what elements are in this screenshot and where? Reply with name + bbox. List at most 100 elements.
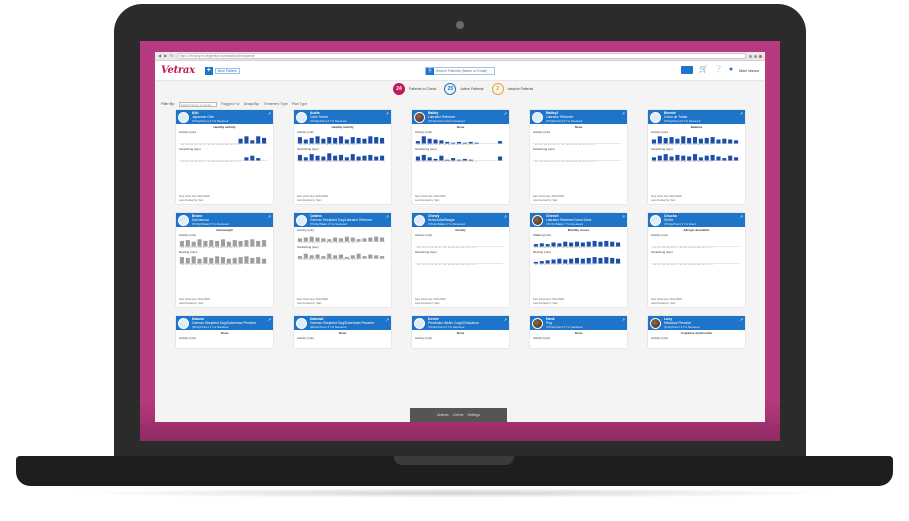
patient-card[interactable]: Bruno Dachshund (7th/5yr/Male) 6 Yrs Neute… (176, 213, 273, 307)
forward-icon[interactable]: ▶ (164, 54, 167, 58)
chart-bar (569, 258, 574, 264)
help-icon[interactable]: ❔ (714, 66, 723, 74)
chart-bar (220, 239, 226, 247)
patient-card-header[interactable]: Kiki Japanese Chin (7th/4yr/Fem) 4 Yrs Neu… (176, 110, 273, 124)
expand-icon[interactable]: ↗ (386, 214, 389, 219)
chart-bar (734, 140, 739, 144)
patient-card-header[interactable]: Dakota2 German Shepherd Dog/Doberman Pins… (294, 316, 391, 330)
card-footer: Next check due: 04/11/2020 Last checked b… (415, 195, 446, 202)
patient-card-header[interactable]: Cheech Labrador Retriever/Great Dane (7th/… (530, 213, 627, 227)
expand-icon[interactable]: ↗ (622, 214, 625, 219)
patient-info: Casino German Shepherd Dog/Labrador Retri… (310, 214, 373, 226)
patient-card[interactable]: Dakota German Shepherd Dog/Doberman Pinsc… (176, 316, 273, 348)
patient-card-header[interactable]: Dakota German Shepherd Dog/Doberman Pinsc… (176, 316, 273, 330)
expand-icon[interactable]: ↗ (268, 111, 271, 116)
patients-to-check-count[interactable]: 24 (393, 83, 405, 95)
flagged-select[interactable]: Flagged For (221, 102, 240, 106)
patient-avatar (532, 317, 543, 329)
clients-button[interactable]: Clients (453, 413, 464, 417)
treatment-select[interactable]: Treatment Type (263, 102, 287, 106)
patient-card[interactable]: Bailey Labrador Retriever (7th/4yr/Fem) 10… (412, 110, 509, 204)
cart-icon[interactable]: 🛒 (699, 66, 708, 74)
patient-card[interactable]: Hank Pug (7th/1yr/Fem) 5 Yrs Neutered ↗ None… (530, 316, 627, 348)
patient-card-header[interactable]: Bruno Dachshund (7th/5yr/Male) 6 Yrs Neute… (176, 213, 273, 227)
patient-card[interactable]: Bailey2 Labrador Retriever (7th/4yr/Fem) 9… (530, 110, 627, 204)
settings-button[interactable]: Settings (467, 413, 480, 417)
chart-bar (215, 256, 220, 264)
chart-bar (315, 254, 320, 259)
patient-card-header[interactable]: Dexter Pembroke Welsh Corgi/Chihuahua (7th… (412, 316, 509, 330)
inactive-patients-count[interactable]: 2 (491, 83, 504, 95)
address-bar[interactable]: https://treatvy.vt.vegtrellar.com/fast/p… (176, 53, 746, 59)
search-input[interactable] (434, 69, 494, 73)
reload-icon[interactable]: ↻ (170, 54, 173, 58)
chart-bar (321, 138, 326, 144)
expand-icon[interactable]: ↗ (740, 317, 743, 322)
patient-card-header[interactable]: Casino German Shepherd Dog/Labrador Retri… (294, 213, 391, 227)
expand-icon[interactable]: ↗ (740, 214, 743, 219)
last-checked-by: Last checked by: Sam (651, 198, 676, 202)
minimize-icon[interactable] (749, 54, 752, 58)
patient-card-header[interactable]: Chewy Schnoodle/Beagle (7th/4yr/Male) 4 Yr… (412, 213, 509, 227)
back-icon[interactable]: ◀ (158, 54, 161, 58)
patient-card[interactable]: Casino German Shepherd Dog/Labrador Retri… (294, 213, 391, 307)
patient-status: None (574, 331, 583, 335)
vetrax-logo[interactable]: Vetrax (161, 65, 195, 76)
card-footer: Next check due: 04/11/2020 Last checked b… (179, 298, 210, 305)
chart-bar (209, 240, 214, 247)
patient-card-header[interactable]: Audie Cairn Terrier (7th/4yr/Fem) 3 Yrs Ne… (294, 110, 391, 124)
expand-icon[interactable]: ↗ (504, 214, 507, 219)
chart-bar (262, 137, 267, 144)
patient-card[interactable]: Cheech Labrador Retriever/Great Dane (7th/… (530, 213, 627, 307)
patient-card-header[interactable]: Bonnie Coton de Tulear (7th/4yr/Fem) 8 Yrs… (648, 110, 745, 124)
expand-icon[interactable]: ↗ (622, 317, 625, 322)
chart-x-ticks: 12 13 14 15 16 17 18 19 20 21 22 23 1 2 … (653, 247, 713, 249)
patient-card[interactable]: Audie Cairn Terrier (7th/4yr/Fem) 3 Yrs Ne… (294, 110, 391, 204)
patient-card-header[interactable]: Lucy Miniature Pinscher (11/2yr/Fem) 4 Yrs… (648, 316, 745, 330)
chart-bar (244, 136, 249, 144)
expand-icon[interactable]: ↗ (268, 317, 271, 322)
patient-card[interactable]: Chucka Shihtz (7th/4yr/Fem) 5 Yrs Intact ↗ A… (648, 213, 745, 307)
chart-bar (592, 240, 597, 247)
patient-status: Allergic dermatitis (683, 228, 710, 232)
chart-bar (669, 156, 674, 161)
notices-button[interactable]: Notices (437, 413, 449, 417)
patient-card[interactable]: Dexter Pembroke Welsh Corgi/Chihuahua (7th… (412, 316, 509, 348)
expand-icon[interactable]: ↗ (740, 111, 743, 116)
chart-bar (256, 257, 261, 264)
patient-card-header[interactable]: Bailey2 Labrador Retriever (7th/4yr/Fem) 9… (530, 110, 627, 124)
patient-card[interactable]: Lucy Miniature Pinscher (11/2yr/Fem) 4 Yrs… (648, 316, 745, 348)
secondary-chart (533, 257, 621, 264)
patient-search[interactable]: ⚲ (425, 67, 495, 75)
patient-card-header[interactable]: Hank Pug (7th/1yr/Fem) 5 Yrs Neutered ↗ (530, 316, 627, 330)
expand-icon[interactable]: ↗ (386, 317, 389, 322)
expand-icon[interactable]: ↗ (622, 111, 625, 116)
expand-icon[interactable]: ↗ (268, 214, 271, 219)
chart-bar (338, 136, 344, 144)
patient-card-header[interactable]: Chucka Shihtz (7th/4yr/Fem) 5 Yrs Intact ↗ (648, 213, 745, 227)
patient-card[interactable]: Kiki Japanese Chin (7th/4yr/Fem) 4 Yrs Neu… (176, 110, 273, 204)
expand-icon[interactable]: ↗ (386, 111, 389, 116)
patient-card-header[interactable]: Bailey Labrador Retriever (7th/4yr/Fem) 10… (412, 110, 509, 124)
close-icon[interactable] (759, 54, 762, 58)
patient-card[interactable]: Chewy Schnoodle/Beagle (7th/4yr/Male) 4 Yr… (412, 213, 509, 307)
messages-icon[interactable] (681, 66, 694, 74)
search-icon[interactable]: ⚲ (426, 67, 434, 75)
chart-bar (244, 157, 249, 161)
expand-icon[interactable]: ↗ (504, 111, 507, 116)
chart-x-ticks: 12 13 14 15 16 17 18 19 20 21 22 23 1 2 … (417, 144, 477, 146)
patient-card[interactable]: Bonnie Coton de Tulear (7th/4yr/Fem) 8 Yrs… (648, 110, 745, 204)
filter-input[interactable]: Patient Name or Email (178, 101, 217, 107)
maximize-icon[interactable] (754, 54, 757, 58)
chart-bar (374, 137, 379, 144)
user-icon[interactable]: ● (729, 66, 733, 74)
patient-card[interactable]: Dakota2 German Shepherd Dog/Doberman Pins… (294, 316, 391, 348)
expand-icon[interactable]: ↗ (504, 317, 507, 322)
chart-x-ticks: 12 13 14 15 16 17 18 19 20 21 22 23 1 2 … (417, 161, 477, 163)
metric-label: Resting (min) (533, 250, 551, 254)
active-patients-count[interactable]: 25 (444, 83, 457, 95)
new-patient-button[interactable]: + New Patient (204, 66, 240, 75)
plan-select[interactable]: Plan Type (292, 102, 308, 106)
laptop-shadow (70, 488, 840, 498)
username[interactable]: Mari Vance (739, 68, 759, 73)
